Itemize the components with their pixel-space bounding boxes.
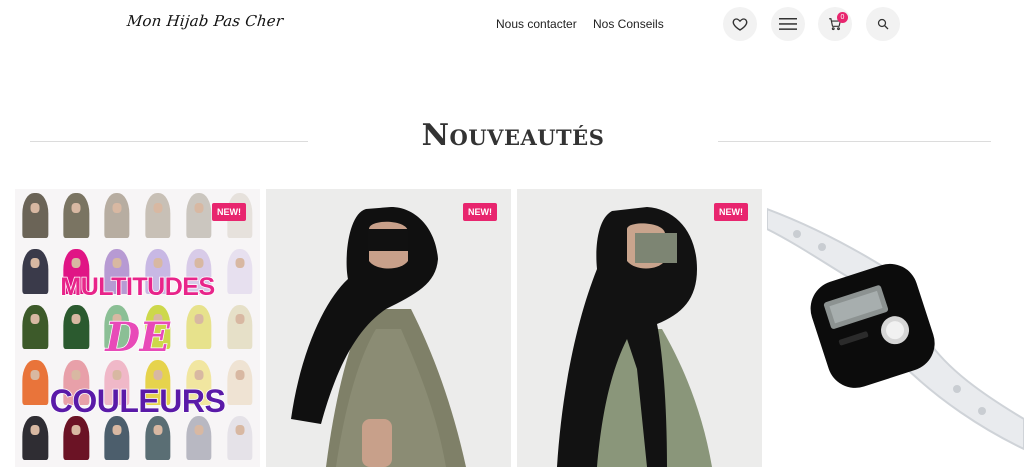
hijab-shape <box>145 415 171 461</box>
product-image <box>517 189 762 467</box>
collage-swatch <box>15 189 56 245</box>
product-image <box>266 189 511 467</box>
face-shape <box>153 202 163 213</box>
hijab-shape <box>104 193 130 238</box>
face-shape <box>112 258 122 269</box>
face-shape <box>112 369 122 380</box>
face-shape <box>30 369 40 380</box>
collage-text-line: MULTITUDES <box>60 272 216 302</box>
hijab-shape <box>186 193 212 238</box>
face-shape <box>30 258 40 269</box>
nav-link-contact[interactable]: Nous contacter <box>496 17 577 31</box>
menu-icon <box>779 18 797 30</box>
hijab-shape <box>63 193 89 238</box>
face-shape <box>153 425 163 436</box>
face-shape <box>112 425 122 436</box>
face-shape <box>30 425 40 436</box>
wishlist-button[interactable] <box>723 7 757 41</box>
new-badge: NEW! <box>463 203 497 221</box>
face-shape <box>71 202 81 213</box>
collage-swatch <box>96 189 138 245</box>
hijab-shape <box>186 415 212 461</box>
product-card[interactable]: MULTITUDES DE COULEURS NEW! <box>15 189 260 467</box>
new-badge: NEW! <box>212 203 246 221</box>
hijab-shape <box>63 415 89 461</box>
face-shape <box>194 202 204 213</box>
face-shape <box>235 258 245 269</box>
heart-icon <box>732 18 748 31</box>
title-divider-right <box>718 141 991 142</box>
new-badge: NEW! <box>714 203 748 221</box>
face-shape <box>153 258 163 269</box>
hijab-shape <box>226 415 253 461</box>
title-divider-left <box>30 141 308 142</box>
menu-button[interactable] <box>771 7 805 41</box>
face-shape <box>235 425 245 436</box>
section-title: Nouveautés <box>421 118 605 153</box>
face-shape <box>194 258 204 269</box>
face-shape <box>30 202 40 213</box>
product-card[interactable]: NEW! <box>266 189 511 467</box>
face-shape <box>71 425 81 436</box>
face-shape <box>235 369 245 380</box>
face-shape <box>71 369 81 380</box>
collage-swatch <box>55 189 97 245</box>
hijab-shape <box>22 193 49 238</box>
search-icon <box>877 18 889 30</box>
hijab-shape <box>22 415 49 461</box>
site-header: Mon Hijab Pas Cher Nous contacter Nos Co… <box>0 0 1024 50</box>
face-shape <box>71 258 81 269</box>
product-image <box>767 189 1024 467</box>
face-shape <box>153 369 163 380</box>
nav-link-conseils[interactable]: Nos Conseils <box>593 17 664 31</box>
search-button[interactable] <box>866 7 900 41</box>
cart-button[interactable]: 0 <box>818 7 852 41</box>
product-card[interactable] <box>767 189 1024 467</box>
face-shape <box>194 425 204 436</box>
collage-text-line: COULEURS <box>49 382 227 420</box>
face-shape <box>112 202 122 213</box>
cart-count-badge: 0 <box>837 12 848 23</box>
collage-text-line: DE <box>105 313 171 362</box>
hijab-shape <box>104 415 130 461</box>
site-logo[interactable]: Mon Hijab Pas Cher <box>126 12 284 30</box>
hijab-shape <box>145 193 171 238</box>
collage-swatch <box>137 189 179 245</box>
product-card[interactable]: NEW! <box>517 189 762 467</box>
face-shape <box>194 369 204 380</box>
